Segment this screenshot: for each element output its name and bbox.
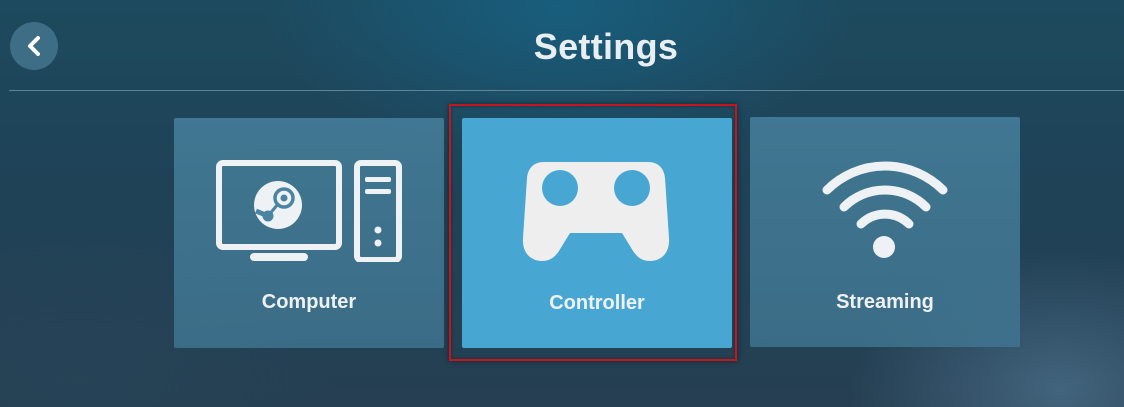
- wifi-icon: [822, 161, 948, 258]
- tile-computer-label: Computer: [261, 291, 357, 313]
- tile-controller-label: Controller: [549, 292, 645, 314]
- tile-computer[interactable]: Computer: [174, 118, 444, 348]
- tile-streaming[interactable]: Streaming: [750, 117, 1020, 347]
- gamepad-icon: [522, 162, 670, 261]
- header: Settings: [0, 0, 1124, 92]
- header-divider: [9, 90, 1124, 91]
- computer-icon: [216, 160, 402, 262]
- page-title: Settings: [533, 26, 679, 67]
- tile-controller[interactable]: Controller: [462, 118, 732, 348]
- tile-streaming-label: Streaming: [836, 291, 934, 313]
